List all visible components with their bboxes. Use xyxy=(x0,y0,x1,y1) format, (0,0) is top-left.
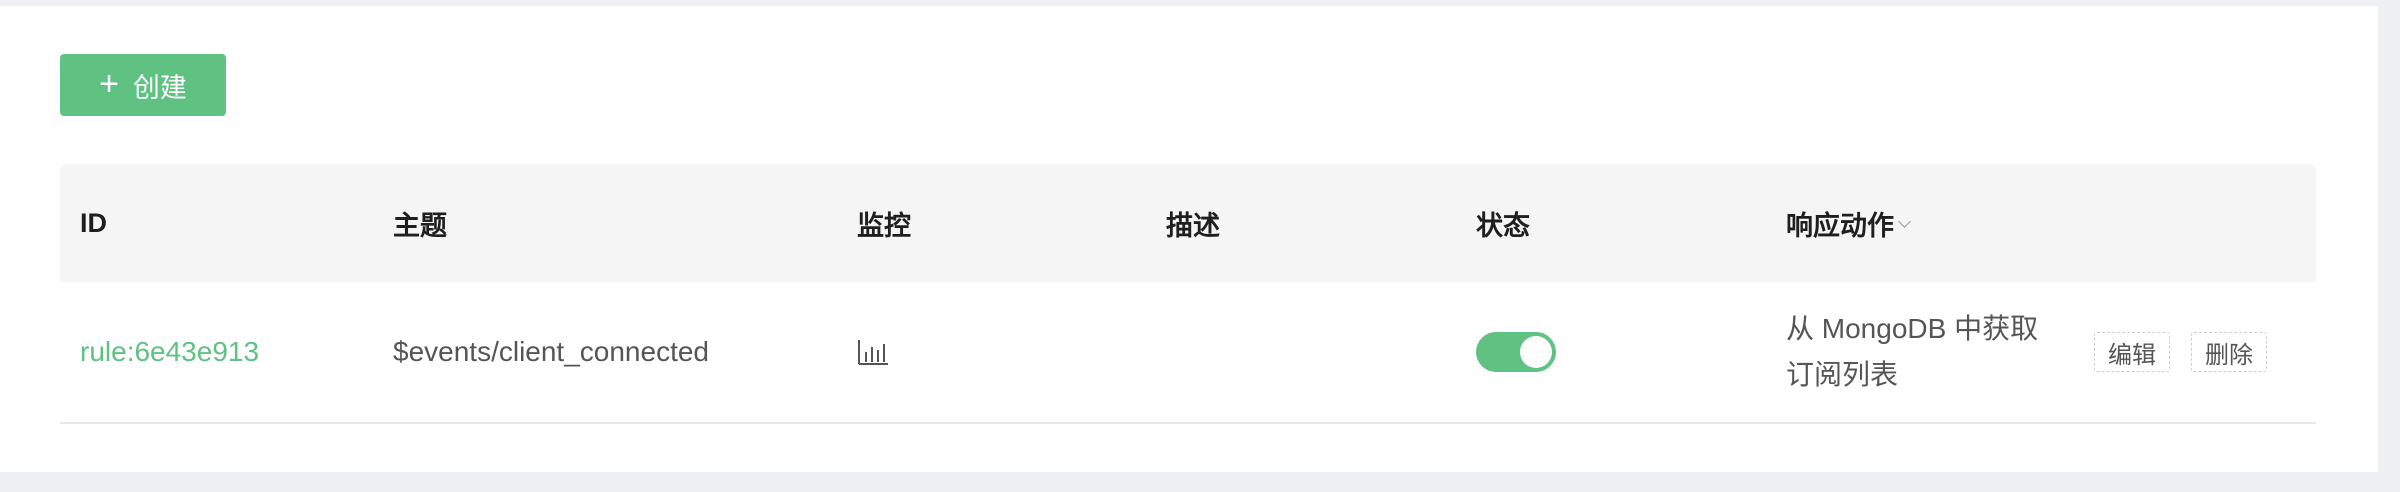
response-action-text: 从 MongoDB 中获取 订阅列表 xyxy=(1786,306,2056,398)
table-row: rule:6e43e913 $events/client_connected 从… xyxy=(60,282,2316,424)
rule-topic: $events/client_connected xyxy=(393,336,709,367)
rule-id-link[interactable]: rule:6e43e913 xyxy=(80,336,259,368)
column-header-actions[interactable]: 响应动作 xyxy=(1786,164,1911,282)
content-panel: + 创建 ID 主题 监控 描述 状态 响应动作 rule:6e43e913 $… xyxy=(0,6,2378,472)
toggle-knob xyxy=(1520,336,1552,368)
response-action-line-2: 订阅列表 xyxy=(1786,359,1899,390)
column-header-id: ID xyxy=(80,207,107,238)
delete-button[interactable]: 删除 xyxy=(2191,332,2267,372)
table-header: ID 主题 监控 描述 状态 响应动作 xyxy=(60,164,2316,282)
column-header-monitor: 监控 xyxy=(857,210,911,241)
edit-button[interactable]: 编辑 xyxy=(2094,332,2170,372)
rules-table: ID 主题 监控 描述 状态 响应动作 rule:6e43e913 $event… xyxy=(60,164,2316,424)
status-toggle[interactable] xyxy=(1476,332,1556,372)
create-button-label: 创建 xyxy=(132,72,187,103)
column-header-description: 描述 xyxy=(1166,210,1220,241)
column-header-actions-label: 响应动作 xyxy=(1786,210,1894,241)
chevron-down-icon xyxy=(1898,214,1911,228)
bar-chart-icon[interactable] xyxy=(857,338,889,366)
create-button[interactable]: + 创建 xyxy=(60,54,226,116)
response-action-line-1: 从 MongoDB 中获取 xyxy=(1786,313,2039,344)
plus-icon: + xyxy=(99,64,119,103)
column-header-topic: 主题 xyxy=(393,210,447,241)
column-header-status: 状态 xyxy=(1476,210,1530,241)
